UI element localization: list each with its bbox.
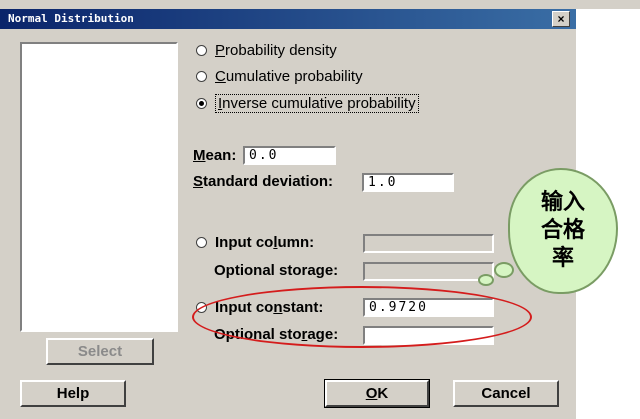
- radio-input-column[interactable]: Input column:: [196, 234, 314, 251]
- radio-inverse-cumulative-probability[interactable]: Inverse cumulative probability: [196, 94, 419, 113]
- highlight-ellipse: [192, 286, 532, 348]
- standard-deviation-input[interactable]: 1.0: [362, 173, 454, 192]
- mean-input[interactable]: 0.0: [243, 146, 336, 165]
- select-button[interactable]: Select: [46, 338, 154, 365]
- probability-density-label: Probability density: [215, 42, 337, 59]
- radio-icon: [196, 71, 207, 82]
- annotation-line-2: 合格: [540, 218, 585, 243]
- radio-icon: [196, 45, 207, 56]
- annotation-bubble: 输入 合格 率: [508, 168, 618, 294]
- mean-label: Mean:: [193, 147, 237, 164]
- help-button[interactable]: Help: [20, 380, 126, 407]
- bubble-tail-dot: [478, 274, 494, 286]
- bubble-tail-dot: [494, 262, 514, 278]
- input-column-field[interactable]: [363, 234, 494, 253]
- inverse-cumulative-probability-label: Inverse cumulative probability: [215, 94, 419, 113]
- variable-list[interactable]: [20, 42, 178, 332]
- cumulative-probability-label: Cumulative probability: [215, 68, 363, 85]
- radio-selected-icon: [196, 98, 207, 109]
- window-title: Normal Distribution: [8, 12, 134, 25]
- radio-cumulative-probability[interactable]: Cumulative probability: [196, 68, 363, 85]
- radio-icon: [196, 237, 207, 248]
- normal-distribution-dialog: Normal Distribution × Probability densit…: [0, 0, 640, 419]
- cancel-button[interactable]: Cancel: [453, 380, 559, 407]
- optional-storage-label-1: Optional storage:: [214, 262, 339, 279]
- standard-deviation-label: Standard deviation:: [193, 173, 334, 190]
- annotation-line-1: 输入: [540, 190, 585, 215]
- close-button[interactable]: ×: [552, 11, 570, 27]
- annotation-line-3: 率: [551, 246, 574, 271]
- close-icon: ×: [557, 12, 565, 26]
- ok-button[interactable]: OK: [324, 379, 430, 408]
- radio-probability-density[interactable]: Probability density: [196, 42, 337, 59]
- title-bar: Normal Distribution: [0, 9, 576, 29]
- optional-storage-field-1[interactable]: [363, 262, 494, 281]
- input-column-label: Input column:: [215, 234, 315, 251]
